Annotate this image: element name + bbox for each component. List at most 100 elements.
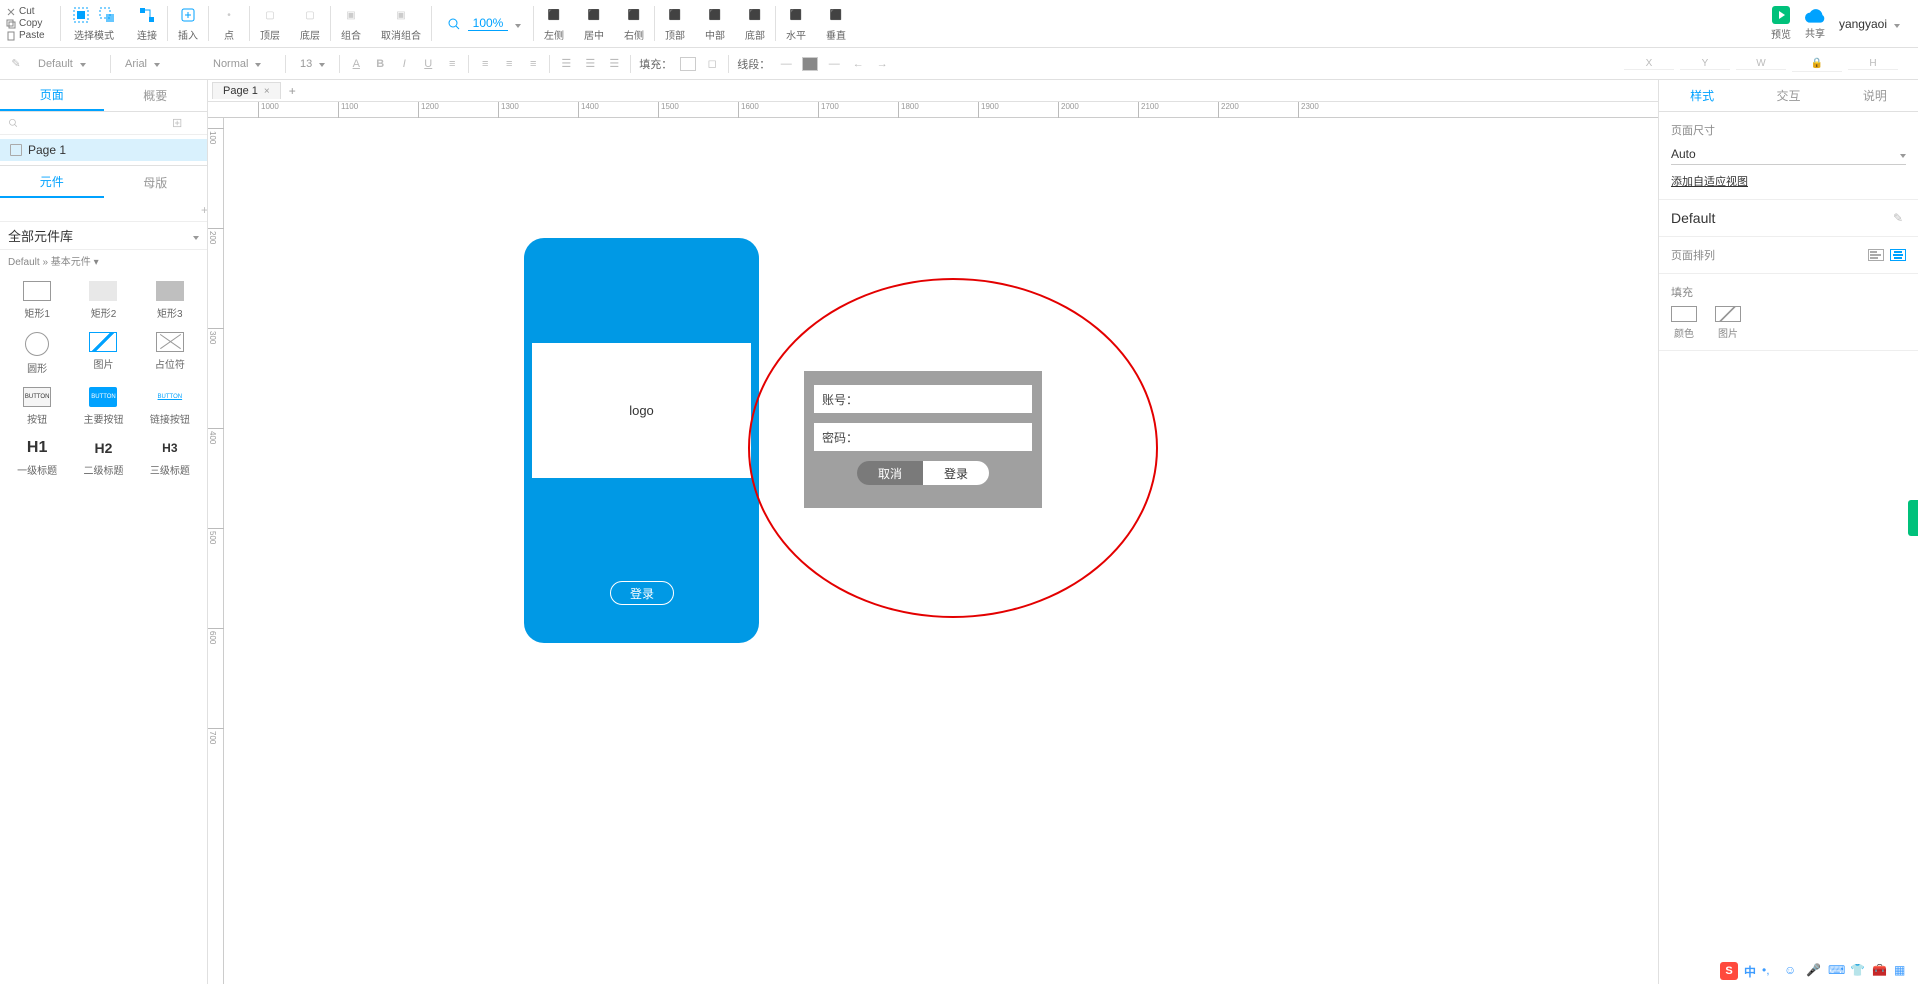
h-field[interactable]: H <box>1848 58 1898 70</box>
paste-button[interactable]: Paste <box>6 30 54 41</box>
sogou-ime-icon[interactable]: S <box>1720 962 1738 980</box>
fill-color-swatch[interactable] <box>680 57 696 71</box>
stroke-style-icon[interactable]: — <box>826 56 842 72</box>
tab-style[interactable]: 样式 <box>1659 80 1745 111</box>
valign-top-icon[interactable]: ☰ <box>558 56 574 72</box>
y-field[interactable]: Y <box>1680 58 1730 70</box>
halign-center-icon[interactable]: ≡ <box>501 56 517 72</box>
ruler-vertical[interactable]: 100200300400500600700 <box>208 118 224 984</box>
share-button[interactable]: 共享 <box>1805 7 1825 40</box>
widget-rect2[interactable]: 矩形2 <box>70 277 136 324</box>
size-dropdown[interactable]: 13 <box>294 56 331 72</box>
widget-h3[interactable]: H3三级标题 <box>137 434 203 481</box>
weight-dropdown[interactable]: Normal <box>207 56 277 72</box>
fill-image-option[interactable]: 图片 <box>1715 306 1741 340</box>
widget-primary-button[interactable]: BUTTON主要按钮 <box>70 383 136 430</box>
ime-punct-icon[interactable]: •, <box>1762 963 1778 979</box>
no-fill-icon[interactable]: ◻ <box>704 56 720 72</box>
ime-toolbox-icon[interactable]: 🧰 <box>1872 963 1888 979</box>
ime-lang-toggle[interactable]: 中 <box>1744 963 1756 980</box>
add-adaptive-link[interactable]: 添加自适应视图 <box>1671 173 1748 189</box>
widget-search-input[interactable] <box>16 202 193 217</box>
edit-style-icon[interactable]: ✎ <box>1890 210 1906 226</box>
halign-right-icon[interactable]: ≡ <box>525 56 541 72</box>
stroke-width-icon[interactable]: — <box>778 56 794 72</box>
page-align-center-icon[interactable] <box>1890 249 1906 261</box>
cut-button[interactable]: Cut <box>6 6 54 17</box>
user-menu[interactable]: yangyaoi <box>1839 17 1900 31</box>
tab-notes[interactable]: 说明 <box>1832 80 1918 111</box>
select-intersect-icon[interactable] <box>97 5 117 25</box>
ime-keyboard-icon[interactable]: ⌨ <box>1828 963 1844 979</box>
close-tab-icon[interactable]: × <box>264 86 270 97</box>
bottom-layer-group[interactable]: ▢底层 <box>290 0 330 47</box>
top-layer-group[interactable]: ▢顶层 <box>250 0 290 47</box>
add-folder-icon[interactable] <box>189 116 199 130</box>
zoom-dropdown-icon[interactable] <box>512 17 521 31</box>
connect-group[interactable]: 连接 <box>127 0 167 47</box>
dist-v-group[interactable]: ⬛垂直 <box>816 0 856 47</box>
login-dialog[interactable]: 账号： 密码： 取消 登录 <box>804 371 1042 508</box>
widget-button[interactable]: BUTTON按钮 <box>4 383 70 430</box>
dialog-cancel-button[interactable]: 取消 <box>857 461 923 485</box>
widget-rect3[interactable]: 矩形3 <box>137 277 203 324</box>
stroke-color-swatch[interactable] <box>802 57 818 71</box>
dialog-login-button[interactable]: 登录 <box>923 461 989 485</box>
preview-button[interactable]: 预览 <box>1771 6 1791 41</box>
bullets-icon[interactable]: ≡ <box>444 56 460 72</box>
ruler-horizontal[interactable]: 1000110012001300140015001600170018001900… <box>208 102 1658 118</box>
arrow-end-icon[interactable]: → <box>874 56 890 72</box>
connect-icon[interactable] <box>137 5 157 25</box>
font-dropdown[interactable]: Arial <box>119 56 199 72</box>
bold-icon[interactable]: B <box>372 56 388 72</box>
insert-group[interactable]: 插入 <box>168 0 208 47</box>
arrow-start-icon[interactable]: ← <box>850 56 866 72</box>
logo-placeholder[interactable]: logo <box>532 343 751 478</box>
ime-skin-icon[interactable]: 👕 <box>1850 963 1866 979</box>
w-field[interactable]: W <box>1736 58 1786 70</box>
dist-h-group[interactable]: ⬛水平 <box>776 0 816 47</box>
select-contained-icon[interactable] <box>71 5 91 25</box>
page-item[interactable]: Page 1 <box>0 139 207 161</box>
ime-settings-icon[interactable]: ▦ <box>1894 963 1910 979</box>
page-align-left-icon[interactable] <box>1868 249 1884 261</box>
insert-icon[interactable] <box>178 5 198 25</box>
italic-icon[interactable]: I <box>396 56 412 72</box>
widget-circle[interactable]: 圆形 <box>4 328 70 379</box>
widget-h1[interactable]: H1一级标题 <box>4 434 70 481</box>
align-middle-group[interactable]: ⬛中部 <box>695 0 735 47</box>
widget-link-button[interactable]: BUTTON链接按钮 <box>137 383 203 430</box>
text-color-icon[interactable]: A <box>348 56 364 72</box>
phone-login-button[interactable]: 登录 <box>610 581 674 605</box>
tab-pages[interactable]: 页面 <box>0 80 104 111</box>
halign-left-icon[interactable]: ≡ <box>477 56 493 72</box>
add-library-icon[interactable]: + <box>201 203 207 217</box>
tab-masters[interactable]: 母版 <box>104 166 208 198</box>
canvas-tab[interactable]: Page 1× <box>212 82 281 99</box>
right-edge-tab[interactable] <box>1908 500 1918 536</box>
align-top-group[interactable]: ⬛顶部 <box>655 0 695 47</box>
add-page-icon[interactable] <box>172 116 182 130</box>
zoom-control[interactable] <box>432 0 533 47</box>
x-field[interactable]: X <box>1624 58 1674 70</box>
tab-interactions[interactable]: 交互 <box>1745 80 1831 111</box>
valign-bottom-icon[interactable]: ☰ <box>606 56 622 72</box>
valign-middle-icon[interactable]: ☰ <box>582 56 598 72</box>
copy-button[interactable]: Copy <box>6 18 54 29</box>
ime-mic-icon[interactable]: 🎤 <box>1806 963 1822 979</box>
widget-rect1[interactable]: 矩形1 <box>4 277 70 324</box>
widget-placeholder[interactable]: 占位符 <box>137 328 203 379</box>
library-crumb[interactable]: Default » 基本元件 ▾ <box>0 250 207 271</box>
widget-image[interactable]: 图片 <box>70 328 136 379</box>
phone-mockup[interactable]: logo 登录 <box>524 238 759 643</box>
align-bottom-group[interactable]: ⬛底部 <box>735 0 775 47</box>
page-size-select[interactable]: Auto <box>1671 144 1906 165</box>
point-group[interactable]: •点 <box>209 0 249 47</box>
tab-outline[interactable]: 概要 <box>104 80 208 111</box>
canvas[interactable]: logo 登录 账号： 密码： 取消 登录 <box>224 118 1658 984</box>
zoom-input[interactable] <box>468 16 508 31</box>
lock-aspect-icon[interactable]: 🔒 <box>1792 56 1842 72</box>
align-center-group[interactable]: ⬛居中 <box>574 0 614 47</box>
select-mode-group[interactable]: 选择模式 <box>61 0 127 47</box>
password-input[interactable]: 密码： <box>814 423 1032 451</box>
